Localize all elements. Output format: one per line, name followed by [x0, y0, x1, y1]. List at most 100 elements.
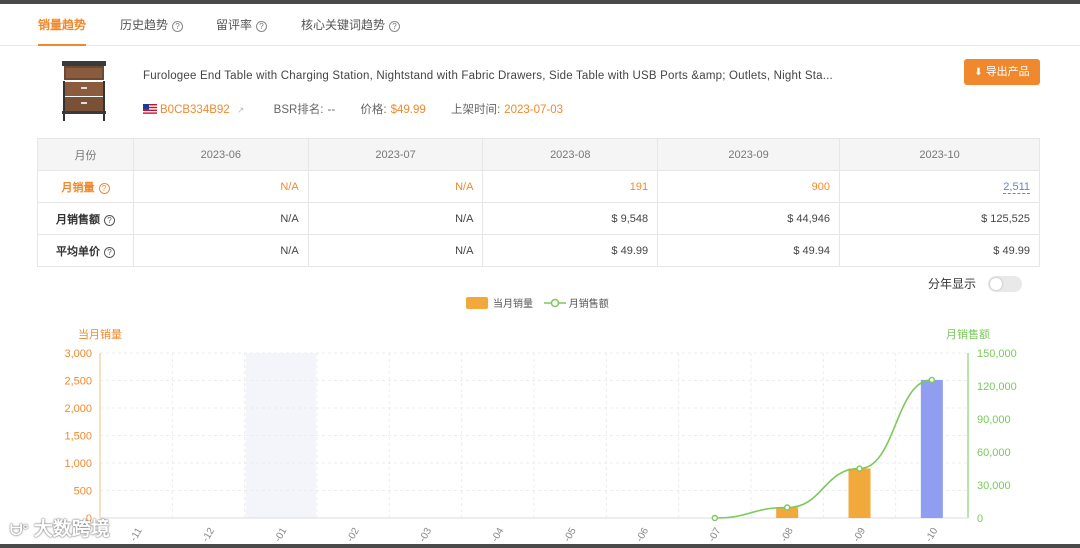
- x-axis-tick: -11: [128, 526, 145, 544]
- tab-label: 核心关键词趋势: [301, 18, 386, 32]
- tab-review-rate[interactable]: 留评率?: [216, 4, 268, 46]
- price-value: $49.99: [390, 104, 426, 116]
- revenue-point: [711, 514, 719, 522]
- table-cell: N/A: [133, 234, 309, 267]
- column-header: 2023-08: [482, 138, 659, 171]
- revenue-point: [783, 504, 791, 511]
- us-flag-icon: [143, 104, 157, 114]
- table-cell: $ 9,548: [482, 202, 659, 235]
- left-axis-tick: 1,500: [64, 431, 92, 443]
- tab-history-trend[interactable]: 历史趋势?: [120, 4, 184, 46]
- row-label-text: 月销量: [61, 181, 95, 194]
- table-cell: $ 125,525: [839, 202, 1040, 235]
- table-row-monthly-sales: 月销量? N/A N/A 191 900 2,511: [37, 170, 1040, 203]
- bsr-value: --: [327, 104, 336, 116]
- revenue-point: [856, 465, 863, 472]
- table-cell: N/A: [307, 170, 484, 203]
- sales-chart: 05001,0001,5002,0002,5003,000030,00060,0…: [64, 327, 1017, 544]
- product-header: Furologee End Table with Charging Statio…: [0, 47, 1080, 137]
- question-icon[interactable]: ?: [98, 182, 110, 194]
- table-cell: $ 49.94: [657, 234, 841, 267]
- row-label: 平均单价?: [37, 234, 134, 267]
- tab-label: 留评率: [216, 18, 253, 32]
- legend-bar-label: 当月销量: [493, 299, 533, 310]
- legend-line-label: 月销售额: [568, 299, 609, 310]
- x-axis-tick: -09: [851, 526, 868, 544]
- sales-bar: [848, 468, 871, 518]
- x-axis-tick: -10: [924, 526, 941, 544]
- legend-item-line[interactable]: 月销售额: [543, 298, 609, 310]
- sales-bar: [920, 379, 943, 518]
- table-row-monthly-revenue: 月销售额? N/A N/A $ 9,548 $ 44,946 $ 125,525: [37, 202, 1040, 235]
- month-header: 月份: [37, 138, 134, 171]
- column-header: 2023-06: [133, 138, 309, 171]
- product-thumbnail: [62, 61, 106, 121]
- x-axis-tick: -01: [273, 526, 290, 544]
- table-cell: N/A: [307, 234, 484, 267]
- right-axis-tick: 120,000: [977, 381, 1017, 393]
- legend-line-swatch: [543, 298, 566, 308]
- x-axis-tick: -07: [707, 526, 724, 544]
- question-icon[interactable]: ?: [104, 246, 115, 258]
- monthly-data-table: 月份 2023-06 2023-07 2023-08 2023-09 2023-…: [37, 138, 1040, 267]
- tab-sales-trend[interactable]: 销量趋势: [38, 4, 87, 46]
- tab-label: 销量趋势: [38, 18, 87, 32]
- question-icon[interactable]: ?: [256, 21, 268, 32]
- asin-link[interactable]: B0CB334B92: [160, 104, 230, 116]
- left-axis-title: 当月销量: [78, 327, 122, 341]
- yearly-display-label: 分年显示: [928, 277, 977, 291]
- bsr-label: BSR排名:: [273, 104, 324, 116]
- left-axis-tick: 2,500: [64, 376, 92, 388]
- export-label: 导出产品: [985, 66, 1030, 78]
- table-cell: N/A: [133, 202, 309, 235]
- row-label-text: 平均单价: [56, 245, 100, 258]
- x-axis-tick: -05: [562, 526, 579, 544]
- x-axis-tick: -04: [490, 526, 507, 544]
- table-cell: 900: [657, 170, 841, 203]
- yearly-display-toggle[interactable]: [988, 276, 1022, 292]
- bottom-edge-bar: [0, 544, 1080, 548]
- sales-value-link[interactable]: 2,511: [1003, 180, 1030, 194]
- question-icon[interactable]: ?: [172, 21, 184, 32]
- table-cell: 2,511: [839, 170, 1040, 203]
- product-title[interactable]: Furologee End Table with Charging Statio…: [143, 70, 873, 82]
- x-axis-tick: -06: [634, 526, 651, 544]
- table-cell: $ 49.99: [839, 234, 1040, 267]
- table-cell: $ 44,946: [657, 202, 841, 235]
- right-axis-tick: 0: [977, 513, 983, 525]
- question-icon[interactable]: ?: [104, 214, 115, 226]
- left-axis-tick: 3,000: [64, 348, 92, 360]
- left-axis-tick: 500: [74, 486, 92, 498]
- x-axis-tick: -02: [345, 526, 362, 544]
- right-axis-tick: 30,000: [977, 480, 1011, 492]
- table-cell: N/A: [307, 202, 484, 235]
- column-header: 2023-07: [307, 138, 484, 171]
- table-cell: $ 49.99: [482, 234, 659, 267]
- table-row-avg-price: 平均单价? N/A N/A $ 49.99 $ 49.94 $ 49.99: [37, 234, 1040, 267]
- column-header: 2023-10: [839, 138, 1040, 171]
- price-label: 价格:: [360, 104, 387, 116]
- left-axis-tick: 2,000: [64, 403, 92, 415]
- right-axis-tick: 150,000: [977, 348, 1017, 360]
- watermark-text: 大数跨境: [33, 519, 110, 540]
- product-meta: B0CB334B92 ↗ BSR排名: -- 价格: $49.99 上架时间: 202…: [143, 101, 567, 117]
- row-label: 月销售额?: [37, 202, 134, 235]
- chart-legend: 当月销量 月销售额: [466, 295, 609, 310]
- revenue-point: [928, 376, 936, 384]
- tab-label: 历史趋势: [120, 18, 169, 32]
- table-header-row: 月份 2023-06 2023-07 2023-08 2023-09 2023-…: [37, 138, 1040, 171]
- row-label: 月销量?: [37, 170, 134, 203]
- x-axis-tick: -12: [200, 526, 217, 544]
- watermark-logo-icon: ᗨ°: [10, 522, 29, 539]
- tab-keyword-trend[interactable]: 核心关键词趋势?: [301, 4, 401, 46]
- x-axis-tick: -03: [417, 526, 434, 544]
- legend-bar-swatch: [466, 297, 488, 309]
- question-icon[interactable]: ?: [389, 21, 401, 32]
- external-link-icon[interactable]: ↗: [237, 105, 245, 115]
- date-label: 上架时间:: [450, 104, 501, 116]
- legend-item-bar[interactable]: 当月销量: [466, 297, 533, 310]
- right-axis-tick: 60,000: [977, 447, 1011, 459]
- date-value: 2023-07-03: [504, 104, 563, 116]
- right-axis-title: 月销售额: [946, 327, 990, 341]
- export-button[interactable]: ⬇ 导出产品: [964, 59, 1040, 85]
